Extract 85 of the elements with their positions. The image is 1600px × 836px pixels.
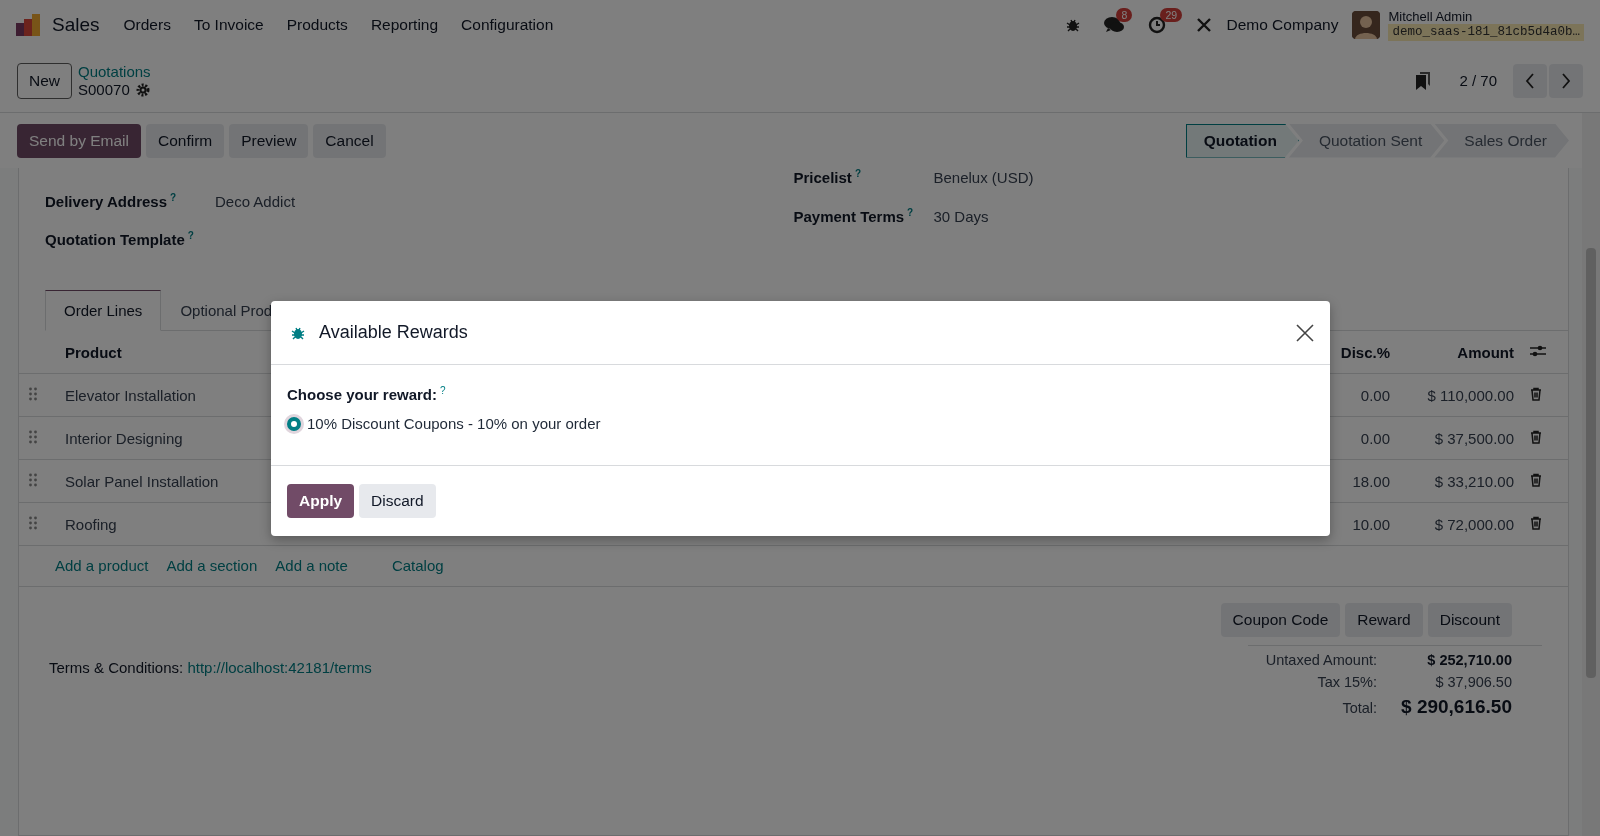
field-label: Quotation Template bbox=[45, 231, 185, 248]
drag-handle-icon[interactable] bbox=[29, 472, 37, 487]
close-button[interactable] bbox=[1296, 323, 1314, 342]
total-label: Tax 15%: bbox=[1317, 674, 1378, 690]
menu-item[interactable]: Orders bbox=[123, 15, 171, 34]
total-label: Untaxed Amount: bbox=[1265, 652, 1378, 668]
user-avatar[interactable] bbox=[1352, 10, 1381, 39]
tab[interactable]: Order Lines bbox=[45, 290, 162, 331]
menu-item[interactable]: Reporting bbox=[370, 15, 439, 34]
previous-button[interactable] bbox=[1513, 63, 1547, 98]
field-value[interactable]: 30 Days bbox=[933, 208, 989, 225]
total-value: $ 290,616.50 bbox=[1401, 696, 1512, 718]
new-button[interactable]: New bbox=[17, 62, 72, 99]
field-value[interactable]: Benelux (USD) bbox=[933, 169, 1034, 186]
drag-handle-icon[interactable] bbox=[29, 386, 37, 401]
settings-icon[interactable] bbox=[1530, 343, 1546, 358]
total-value: $ 37,906.50 bbox=[1435, 674, 1512, 690]
bug-icon bbox=[291, 325, 305, 340]
pager-value: 2 / 70 bbox=[1459, 72, 1497, 89]
add-link[interactable]: Add a note bbox=[275, 557, 348, 574]
action-button[interactable]: Send by Email bbox=[17, 123, 141, 158]
field-label: Delivery Address bbox=[45, 193, 167, 210]
menu-item[interactable]: Products bbox=[286, 15, 348, 34]
terms-text: Terms & Conditions: http://localhost:42181/terms bbox=[49, 659, 372, 678]
bookmark-icon[interactable] bbox=[1415, 71, 1432, 90]
add-link[interactable]: Catalog bbox=[391, 557, 444, 574]
notification-badge: 8 bbox=[1116, 7, 1133, 22]
help-mark[interactable]: ? bbox=[440, 385, 446, 396]
company-name[interactable]: Demo Company bbox=[1226, 15, 1339, 34]
total-label: Total: bbox=[1342, 700, 1378, 716]
help-mark[interactable]: ? bbox=[907, 207, 914, 218]
dialog-button[interactable]: Apply bbox=[287, 484, 355, 518]
help-mark[interactable]: ? bbox=[170, 192, 177, 203]
close-icon bbox=[1296, 323, 1314, 342]
total-value: $ 252,710.00 bbox=[1427, 652, 1512, 668]
app-logo[interactable] bbox=[16, 13, 40, 36]
action-button[interactable]: Preview bbox=[229, 123, 309, 158]
trash-icon[interactable] bbox=[1530, 386, 1542, 401]
field-label: Pricelist bbox=[793, 169, 852, 186]
terms-link[interactable]: http://localhost:42181/terms bbox=[187, 659, 372, 676]
clock-icon[interactable] bbox=[1148, 15, 1167, 34]
next-button[interactable] bbox=[1549, 63, 1583, 98]
amount-cell: $ 37,500.00 bbox=[1398, 416, 1522, 460]
help-mark[interactable]: ? bbox=[854, 168, 861, 179]
trash-icon[interactable] bbox=[1530, 429, 1542, 444]
tab[interactable]: Optional Prod bbox=[161, 290, 292, 331]
field-value[interactable]: Deco Addict bbox=[215, 193, 296, 210]
record-name: S00070 bbox=[78, 80, 130, 99]
dialog-title: Available Rewards bbox=[319, 322, 468, 343]
status-stage[interactable]: Sales Order bbox=[1434, 123, 1569, 158]
chevron-right-icon bbox=[1561, 72, 1571, 89]
reward-button[interactable]: Discount bbox=[1427, 603, 1512, 637]
drag-handle-icon[interactable] bbox=[29, 515, 37, 530]
notification-badge: 29 bbox=[1160, 7, 1183, 22]
chevron-left-icon bbox=[1525, 72, 1535, 89]
amount-cell: $ 72,000.00 bbox=[1398, 502, 1522, 546]
reward-button[interactable]: Coupon Code bbox=[1220, 603, 1341, 637]
app-name[interactable]: Sales bbox=[52, 13, 100, 36]
field-label: Payment Terms bbox=[793, 208, 905, 225]
breadcrumb-link[interactable]: Quotations bbox=[78, 62, 151, 81]
menu-item[interactable]: To Invoice bbox=[193, 15, 264, 34]
radio-label[interactable]: 10% Discount Coupons - 10% on your order bbox=[307, 415, 601, 432]
field-label: Choose your reward: bbox=[287, 386, 438, 403]
drag-handle-icon[interactable] bbox=[29, 429, 37, 444]
scrollbar[interactable] bbox=[1582, 113, 1600, 836]
radio-button[interactable] bbox=[287, 416, 301, 431]
add-link[interactable]: Add a product bbox=[55, 557, 149, 574]
menu-item[interactable]: Configuration bbox=[461, 15, 554, 34]
action-button[interactable]: Confirm bbox=[145, 123, 225, 158]
amount-cell: $ 110,000.00 bbox=[1398, 373, 1522, 417]
add-link[interactable]: Add a section bbox=[166, 557, 258, 574]
database-name: demo_saas-181_81cb5d4a0b… bbox=[1388, 23, 1584, 41]
bug-icon[interactable] bbox=[1066, 17, 1081, 32]
trash-icon[interactable] bbox=[1530, 472, 1542, 487]
dialog-button[interactable]: Discard bbox=[359, 484, 436, 518]
status-stage[interactable]: Quotation bbox=[1185, 123, 1299, 158]
reward-button[interactable]: Reward bbox=[1345, 603, 1423, 637]
gear-icon[interactable] bbox=[135, 82, 150, 97]
help-mark[interactable]: ? bbox=[187, 230, 194, 241]
column-header[interactable]: Amount bbox=[1398, 331, 1522, 374]
status-stage[interactable]: Quotation Sent bbox=[1288, 123, 1445, 158]
user-name[interactable]: Mitchell Admin bbox=[1388, 8, 1584, 24]
action-button[interactable]: Cancel bbox=[313, 123, 386, 158]
trash-icon[interactable] bbox=[1530, 515, 1542, 530]
amount-cell: $ 33,210.00 bbox=[1398, 459, 1522, 503]
